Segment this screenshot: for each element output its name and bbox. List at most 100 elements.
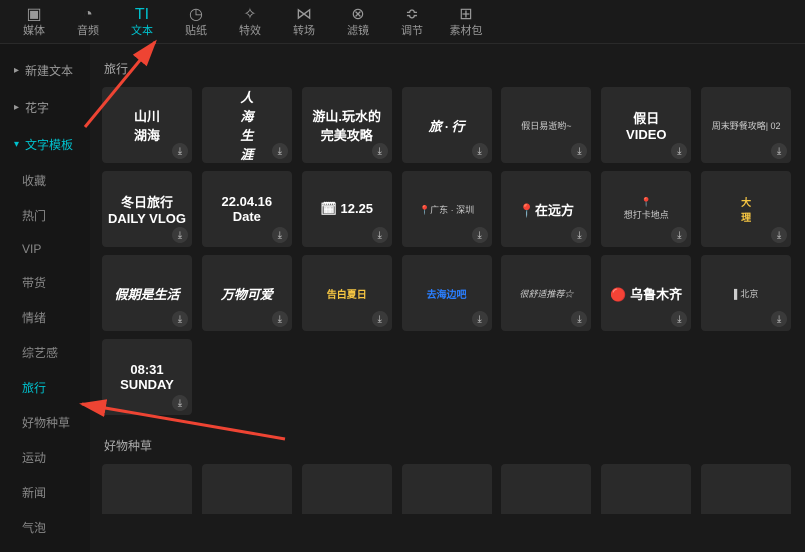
sidebar-sub-气泡[interactable]: 气泡	[0, 510, 90, 545]
section-title-好物种草: 好物种草	[104, 437, 793, 454]
template-card[interactable]	[601, 464, 691, 514]
top-nav-特效[interactable]: ✧特效	[224, 0, 276, 43]
card-text: 📍广东 · 深圳	[419, 203, 474, 216]
nav-icon: ⊗	[351, 6, 364, 24]
nav-icon: ▣	[26, 6, 41, 24]
template-card[interactable]	[202, 464, 292, 514]
sidebar-sub-好物种草[interactable]: 好物种草	[0, 405, 90, 440]
card-text: 假期是生活	[114, 284, 179, 303]
top-nav-贴纸[interactable]: ◷贴纸	[170, 0, 222, 43]
top-nav-转场[interactable]: ⋈转场	[278, 0, 330, 43]
sidebar-sub-情绪[interactable]: 情绪	[0, 300, 90, 335]
template-card[interactable]: 告白夏日⤓	[302, 255, 392, 331]
download-icon[interactable]: ⤓	[172, 143, 188, 159]
nav-label: 音频	[77, 24, 99, 38]
download-icon[interactable]: ⤓	[272, 227, 288, 243]
template-card[interactable]: 周末野餐攻略| 02 ⤓	[701, 87, 791, 163]
download-icon[interactable]: ⤓	[771, 143, 787, 159]
card-text: 假日 VIDEO	[626, 108, 666, 142]
card-text: 周末野餐攻略| 02	[712, 119, 781, 132]
template-card[interactable]: 大 理 ⤓	[701, 171, 791, 247]
download-icon[interactable]: ⤓	[372, 143, 388, 159]
template-card[interactable]: 22.04.16 Date⤓	[202, 171, 292, 247]
download-icon[interactable]: ⤓	[172, 395, 188, 411]
template-card[interactable]: 🔴 乌鲁木齐 ⤓	[601, 255, 691, 331]
top-nav-滤镜[interactable]: ⊗滤镜	[332, 0, 384, 43]
top-nav-文本[interactable]: TI文本	[116, 0, 168, 43]
template-card[interactable]: 假日 VIDEO ⤓	[601, 87, 691, 163]
download-icon[interactable]: ⤓	[571, 311, 587, 327]
template-card[interactable]: 冬日旅行 DAILY VLOG⤓	[102, 171, 192, 247]
download-icon[interactable]: ⤓	[671, 311, 687, 327]
download-icon[interactable]: ⤓	[372, 227, 388, 243]
nav-icon: ◔	[83, 6, 93, 24]
card-text: 📍在远方	[519, 200, 574, 219]
nav-label: 调节	[401, 24, 423, 38]
sidebar-sub-综艺感[interactable]: 综艺感	[0, 335, 90, 370]
template-card[interactable]: 万物可爱 ⤓	[202, 255, 292, 331]
card-text: 08:31 SUNDAY	[106, 362, 188, 392]
sidebar-sub-VIP[interactable]: VIP	[0, 233, 90, 265]
template-card[interactable]: 假日易逝哟~⤓	[501, 87, 591, 163]
sidebar-sub-旅行[interactable]: 旅行	[0, 370, 90, 405]
template-card[interactable]: 很舒适推荐☆⤓	[501, 255, 591, 331]
template-card[interactable]	[102, 464, 192, 514]
template-card[interactable]	[501, 464, 591, 514]
nav-icon: ≎	[405, 6, 418, 24]
download-icon[interactable]: ⤓	[472, 311, 488, 327]
sidebar-sub-运动[interactable]: 运动	[0, 440, 90, 475]
sidebar-item-文字模板[interactable]: 文字模板	[0, 126, 90, 163]
template-card[interactable]: 去海边吧⤓	[402, 255, 492, 331]
download-icon[interactable]: ⤓	[472, 227, 488, 243]
download-icon[interactable]: ⤓	[372, 311, 388, 327]
template-card[interactable]: 山川 湖海 ⤓	[102, 87, 192, 163]
download-icon[interactable]: ⤓	[671, 227, 687, 243]
download-icon[interactable]: ⤓	[671, 143, 687, 159]
template-card[interactable]: 假期是生活 ⤓	[102, 255, 192, 331]
template-card[interactable]: 📍 想打卡地点⤓	[601, 171, 691, 247]
nav-icon: ◷	[189, 6, 203, 24]
template-card[interactable]	[302, 464, 392, 514]
template-card[interactable]: 08:31 SUNDAY ⤓	[102, 339, 192, 415]
template-card[interactable]: 🗓 12.25⤓	[302, 171, 392, 247]
download-icon[interactable]: ⤓	[771, 227, 787, 243]
top-nav-音频[interactable]: ◔音频	[62, 0, 114, 43]
sidebar-item-花字[interactable]: 花字	[0, 89, 90, 126]
card-text: 大 理	[741, 194, 751, 224]
template-card[interactable]: 游山.玩水的 完美攻略⤓	[302, 87, 392, 163]
download-icon[interactable]: ⤓	[172, 311, 188, 327]
template-card[interactable]	[402, 464, 492, 514]
template-card[interactable]: 人 海 生 涯⤓	[202, 87, 292, 163]
download-icon[interactable]: ⤓	[771, 311, 787, 327]
download-icon[interactable]: ⤓	[472, 143, 488, 159]
nav-label: 转场	[293, 24, 315, 38]
card-text: 🔴 乌鲁木齐	[610, 284, 682, 303]
section-title-旅行: 旅行	[104, 60, 793, 77]
sidebar-sub-带货[interactable]: 带货	[0, 265, 90, 300]
nav-icon: ⊞	[459, 6, 472, 24]
template-card[interactable]: 旅 · 行⤓	[402, 87, 492, 163]
card-text: 山川 湖海	[134, 106, 160, 144]
sidebar-sub-热门[interactable]: 热门	[0, 198, 90, 233]
top-nav-调节[interactable]: ≎调节	[386, 0, 438, 43]
sidebar-item-新建文本[interactable]: 新建文本	[0, 52, 90, 89]
download-icon[interactable]: ⤓	[272, 311, 288, 327]
template-card[interactable]: 📍广东 · 深圳 ⤓	[402, 171, 492, 247]
nav-label: 滤镜	[347, 24, 369, 38]
download-icon[interactable]: ⤓	[571, 143, 587, 159]
nav-icon: ⋈	[296, 6, 312, 24]
sidebar-sub-新闻[interactable]: 新闻	[0, 475, 90, 510]
download-icon[interactable]: ⤓	[272, 143, 288, 159]
top-nav-素材包[interactable]: ⊞素材包	[440, 0, 492, 43]
top-nav-媒体[interactable]: ▣媒体	[8, 0, 60, 43]
nav-label: 文本	[131, 24, 153, 38]
template-card[interactable]: 📍在远方 ⤓	[501, 171, 591, 247]
nav-icon: TI	[135, 6, 149, 24]
sidebar-sub-收藏[interactable]: 收藏	[0, 163, 90, 198]
template-card[interactable]	[701, 464, 791, 514]
download-icon[interactable]: ⤓	[172, 227, 188, 243]
download-icon[interactable]: ⤓	[571, 227, 587, 243]
template-card[interactable]: ▌北京⤓	[701, 255, 791, 331]
card-text: 万物可爱	[221, 284, 273, 303]
nav-label: 素材包	[450, 24, 483, 38]
